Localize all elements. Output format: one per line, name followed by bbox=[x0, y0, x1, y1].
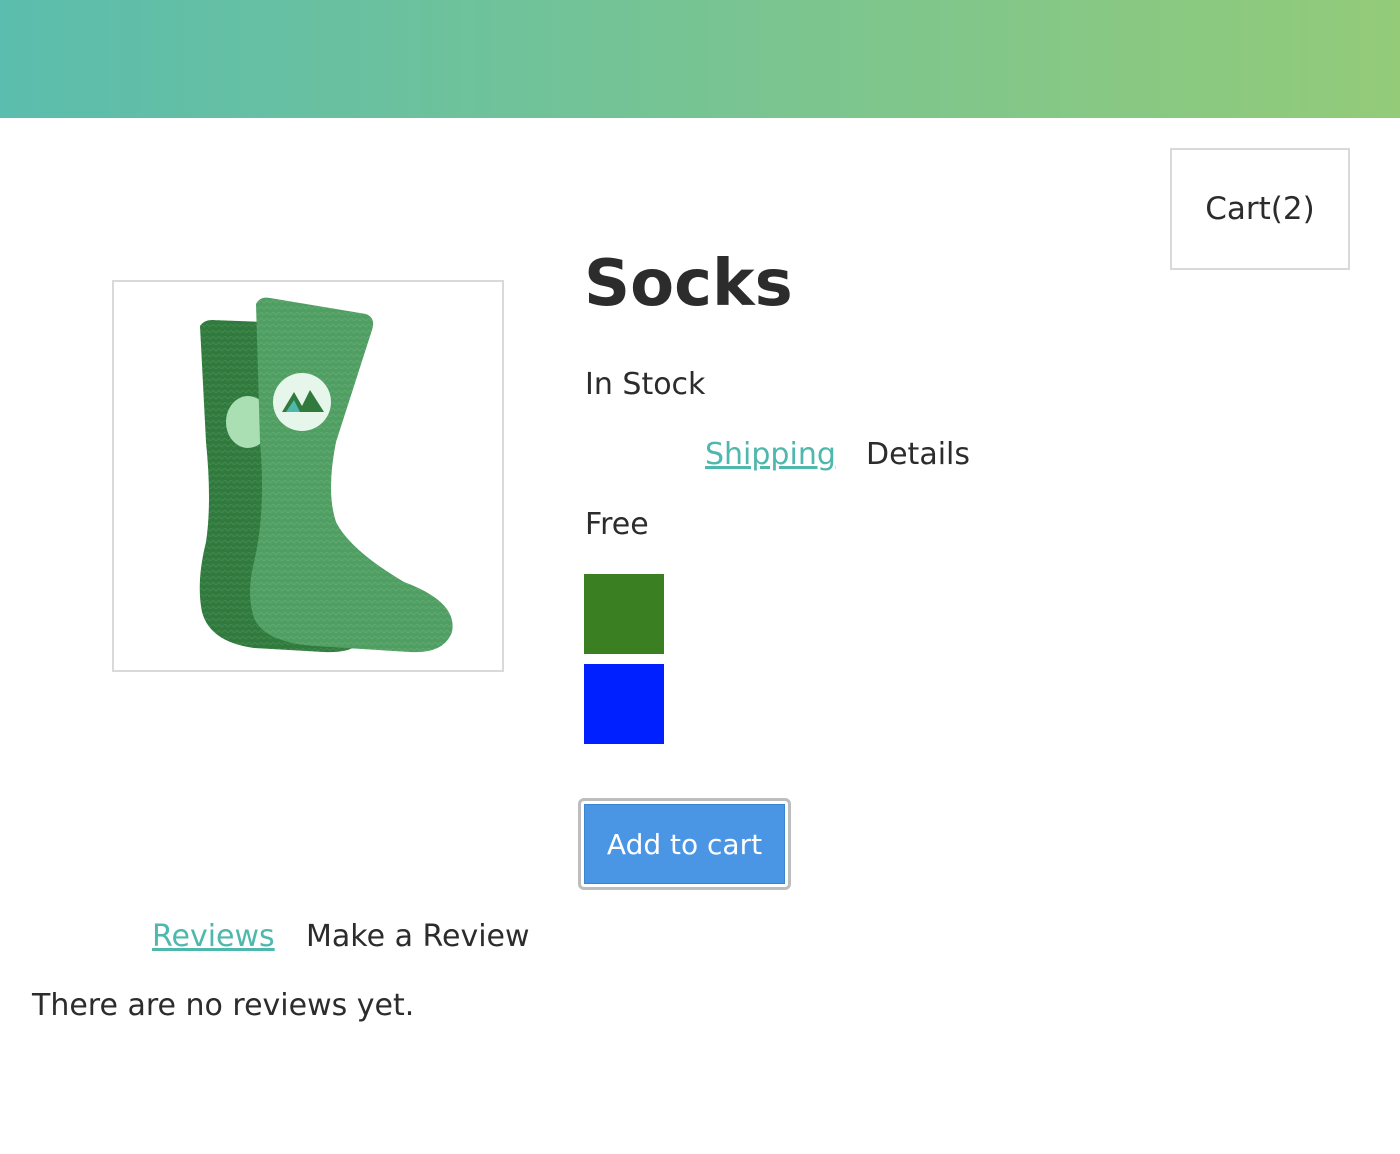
header-banner bbox=[0, 0, 1400, 118]
color-swatch-blue[interactable] bbox=[584, 664, 664, 744]
product-title: Socks bbox=[584, 247, 793, 321]
cart-label: Cart(2) bbox=[1205, 191, 1315, 227]
product-image bbox=[112, 280, 504, 672]
color-swatch-green[interactable] bbox=[584, 574, 664, 654]
shipping-info: Free bbox=[585, 507, 649, 542]
tab-shipping[interactable]: Shipping bbox=[705, 436, 836, 474]
add-to-cart-button[interactable]: Add to cart bbox=[578, 798, 791, 890]
empty-reviews-message: There are no reviews yet. bbox=[32, 988, 415, 1023]
tab-make-a-review[interactable]: Make a Review bbox=[306, 918, 530, 956]
socks-image-icon bbox=[199, 297, 453, 653]
stock-status: In Stock bbox=[585, 367, 706, 402]
add-to-cart-label: Add to cart bbox=[584, 804, 785, 884]
cart-button[interactable]: Cart(2) bbox=[1170, 148, 1350, 270]
tab-reviews[interactable]: Reviews bbox=[152, 918, 275, 956]
tab-details[interactable]: Details bbox=[866, 436, 970, 474]
